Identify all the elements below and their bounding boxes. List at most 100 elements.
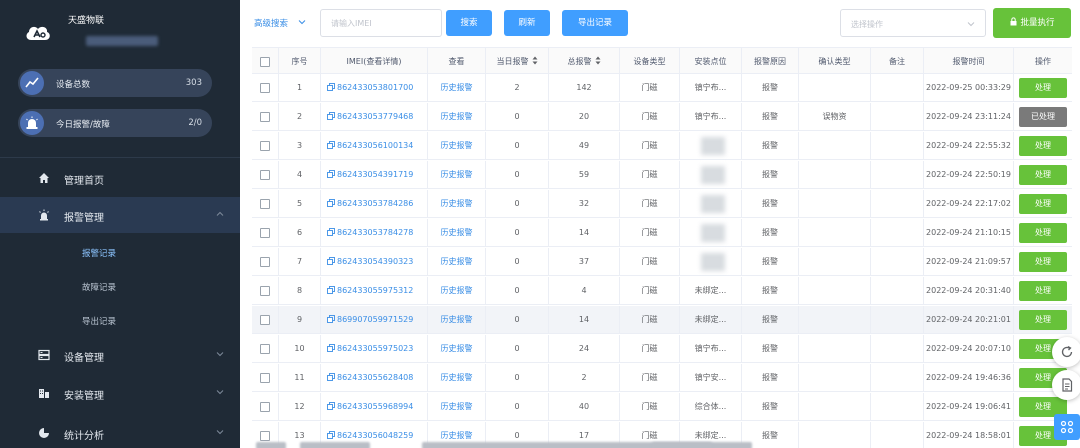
imei-link[interactable]: 862433056100134 bbox=[337, 141, 413, 150]
sidebar-item-home[interactable]: 管理首页 bbox=[0, 160, 240, 196]
select-all-checkbox[interactable] bbox=[260, 56, 270, 67]
pagination-fragment bbox=[256, 442, 286, 448]
imei-cell[interactable]: 862433053779468 bbox=[321, 103, 428, 131]
imei-link[interactable]: 862433055968994 bbox=[337, 402, 413, 411]
history-alarm-link[interactable]: 历史报警 bbox=[428, 103, 486, 131]
float-document-button[interactable] bbox=[1052, 370, 1080, 400]
operation-select[interactable]: 选择操作 bbox=[840, 9, 986, 37]
action-cell: 处理 bbox=[1014, 219, 1072, 247]
history-alarm-link[interactable]: 历史报警 bbox=[428, 190, 486, 218]
table-row: 11 862433055628408 历史报警 0 2 门磁 镇宁安... 报警 2022-09… bbox=[252, 364, 1072, 392]
process-button[interactable]: 处理 bbox=[1019, 193, 1067, 214]
imei-link[interactable]: 862433056048259 bbox=[337, 431, 413, 440]
pagination-fragment bbox=[652, 442, 712, 448]
total-alarm-count: 49 bbox=[549, 132, 620, 160]
imei-link[interactable]: 862433055975023 bbox=[337, 344, 413, 353]
chevron-down-icon[interactable] bbox=[298, 18, 306, 26]
column-header: 报警原因 bbox=[742, 48, 799, 75]
row-number: 7 bbox=[279, 248, 321, 276]
process-button[interactable]: 处理 bbox=[1019, 164, 1067, 185]
row-checkbox[interactable] bbox=[260, 169, 270, 180]
process-button[interactable]: 处理 bbox=[1019, 77, 1067, 98]
imei-cell[interactable]: 862433054391719 bbox=[321, 161, 428, 189]
history-alarm-link[interactable]: 历史报警 bbox=[428, 364, 486, 392]
stat-card-today-alarm[interactable]: 今日报警/故障 2/0 bbox=[18, 109, 212, 137]
note bbox=[871, 74, 924, 102]
imei-cell[interactable]: 862433055968994 bbox=[321, 393, 428, 421]
imei-cell[interactable]: 862433055975312 bbox=[321, 277, 428, 305]
advanced-search-toggle[interactable]: 高级搜索 bbox=[254, 17, 288, 29]
history-alarm-link[interactable]: 历史报警 bbox=[428, 248, 486, 276]
sidebar-subitem-export-records[interactable]: 导出记录 bbox=[0, 305, 240, 335]
imei-link[interactable]: 862433053801700 bbox=[337, 83, 413, 92]
row-checkbox[interactable] bbox=[260, 227, 270, 238]
row-checkbox[interactable] bbox=[260, 285, 270, 296]
row-select-cell bbox=[252, 161, 279, 189]
sidebar-item-alarm-management[interactable]: 报警管理 bbox=[0, 197, 240, 233]
history-alarm-link[interactable]: 历史报警 bbox=[428, 277, 486, 305]
row-checkbox[interactable] bbox=[260, 82, 270, 93]
refresh-button[interactable]: 刷新 bbox=[504, 10, 550, 36]
process-button[interactable]: 处理 bbox=[1019, 309, 1067, 330]
imei-cell[interactable]: 862433053784286 bbox=[321, 190, 428, 218]
imei-link[interactable]: 862433054390323 bbox=[337, 257, 413, 266]
process-button[interactable]: 处理 bbox=[1019, 222, 1067, 243]
row-number: 3 bbox=[279, 132, 321, 160]
column-header-sortable[interactable]: 当日报警 bbox=[486, 48, 549, 75]
chevron-down-icon bbox=[216, 430, 224, 435]
row-checkbox[interactable] bbox=[260, 343, 270, 354]
history-alarm-link[interactable]: 历史报警 bbox=[428, 306, 486, 334]
row-checkbox[interactable] bbox=[260, 314, 270, 325]
processed-button[interactable]: 已处理 bbox=[1019, 106, 1067, 127]
row-checkbox[interactable] bbox=[260, 372, 270, 383]
history-alarm-link[interactable]: 历史报警 bbox=[428, 335, 486, 363]
search-button[interactable]: 搜索 bbox=[446, 10, 492, 36]
imei-cell[interactable]: 862433056100134 bbox=[321, 132, 428, 160]
process-button[interactable]: 处理 bbox=[1019, 251, 1067, 272]
imei-search-input[interactable] bbox=[320, 9, 442, 37]
note bbox=[871, 132, 924, 160]
history-alarm-link[interactable]: 历史报警 bbox=[428, 132, 486, 160]
imei-link[interactable]: 869907059971529 bbox=[337, 315, 413, 324]
sidebar-subitem-fault-records[interactable]: 故障记录 bbox=[0, 271, 240, 301]
table-row: 12 862433055968994 历史报警 0 40 门磁 综合体... 报警 2022-0… bbox=[252, 393, 1072, 421]
row-checkbox[interactable] bbox=[260, 256, 270, 267]
row-checkbox[interactable] bbox=[260, 430, 270, 441]
alarm-light-icon bbox=[39, 209, 49, 221]
column-header-sortable[interactable]: 总报警 bbox=[549, 48, 620, 75]
history-alarm-link[interactable]: 历史报警 bbox=[428, 393, 486, 421]
row-checkbox[interactable] bbox=[260, 401, 270, 412]
imei-link[interactable]: 862433054391719 bbox=[337, 170, 413, 179]
row-checkbox[interactable] bbox=[260, 140, 270, 151]
history-alarm-link[interactable]: 历史报警 bbox=[428, 161, 486, 189]
process-button[interactable]: 处理 bbox=[1019, 280, 1067, 301]
sidebar-item-install-management[interactable]: 安装管理 bbox=[0, 375, 240, 411]
imei-cell[interactable]: 862433055975023 bbox=[321, 335, 428, 363]
imei-link[interactable]: 862433053784286 bbox=[337, 199, 413, 208]
stat-card-device-total[interactable]: 设备总数 303 bbox=[18, 69, 212, 97]
history-alarm-link[interactable]: 历史报警 bbox=[428, 74, 486, 102]
history-alarm-link[interactable]: 历史报警 bbox=[428, 219, 486, 247]
app-grid-button[interactable] bbox=[1054, 414, 1080, 440]
imei-cell[interactable]: 862433053801700 bbox=[321, 74, 428, 102]
process-button[interactable]: 处理 bbox=[1019, 135, 1067, 156]
copy-icon bbox=[327, 431, 335, 439]
imei-link[interactable]: 862433053784278 bbox=[337, 228, 413, 237]
sidebar-item-statistics[interactable]: 统计分析 bbox=[0, 415, 240, 448]
imei-cell[interactable]: 862433054390323 bbox=[321, 248, 428, 276]
batch-execute-button[interactable]: 批量执行 bbox=[993, 8, 1071, 38]
export-records-button[interactable]: 导出记录 bbox=[562, 10, 628, 36]
row-select-cell bbox=[252, 248, 279, 276]
imei-cell[interactable]: 862433053784278 bbox=[321, 219, 428, 247]
imei-link[interactable]: 862433055975312 bbox=[337, 286, 413, 295]
alarm-reason: 报警 bbox=[742, 74, 799, 102]
float-refresh-button[interactable] bbox=[1052, 337, 1080, 367]
sidebar-subitem-alarm-records[interactable]: 报警记录 bbox=[0, 237, 240, 267]
row-checkbox[interactable] bbox=[260, 111, 270, 122]
sidebar-item-device-management[interactable]: 设备管理 bbox=[0, 337, 240, 373]
imei-link[interactable]: 862433055628408 bbox=[337, 373, 413, 382]
imei-cell[interactable]: 869907059971529 bbox=[321, 306, 428, 334]
imei-cell[interactable]: 862433055628408 bbox=[321, 364, 428, 392]
imei-link[interactable]: 862433053779468 bbox=[337, 112, 413, 121]
row-checkbox[interactable] bbox=[260, 198, 270, 209]
